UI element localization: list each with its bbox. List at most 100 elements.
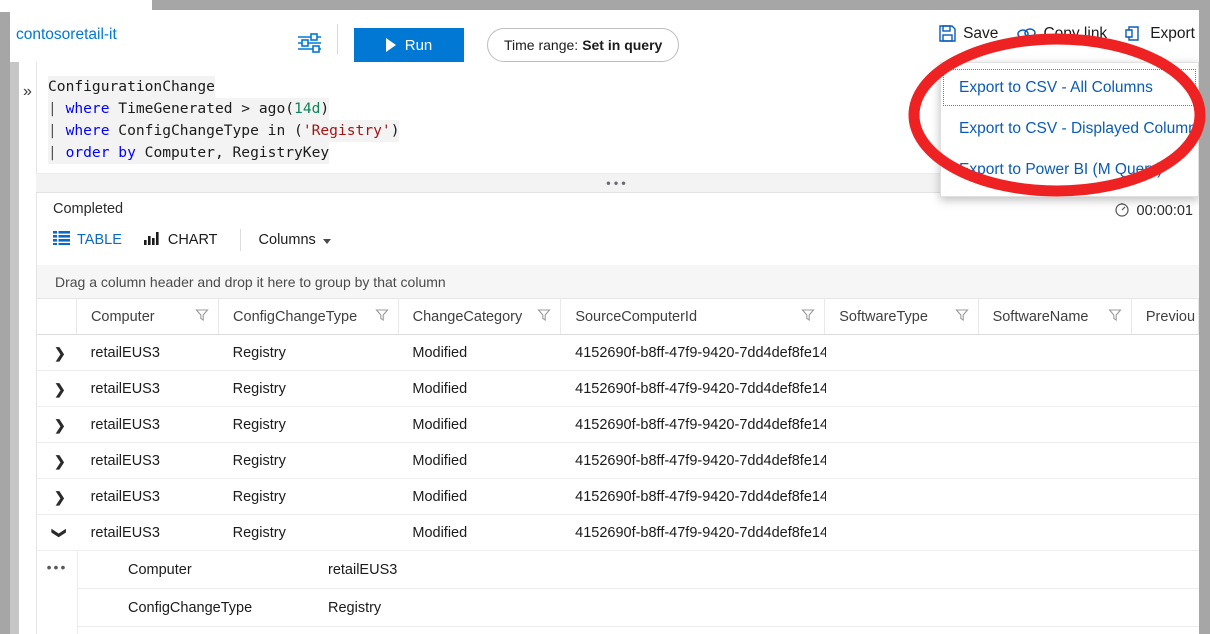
query-line-2: | where TimeGenerated > ago(14d): [48, 98, 329, 120]
export-dropdown-menu: Export to CSV - All Columns Export to CS…: [940, 62, 1199, 197]
query-duration: 00:00:01: [1114, 201, 1193, 221]
table-row[interactable]: ❯ retailEUS3 Registry Modified 4152690f-…: [37, 479, 1199, 515]
grid-header-configchangetype[interactable]: ConfigChangeType: [219, 299, 399, 334]
tab-chart[interactable]: CHART: [144, 231, 240, 249]
tab-chart-label: CHART: [168, 232, 218, 248]
chevron-right-icon: ❯: [54, 382, 66, 396]
chevron-right-icon: ❯: [54, 346, 66, 360]
detail-value: retailEUS3: [328, 562, 1199, 578]
group-by-dropzone[interactable]: Drag a column header and drop it here to…: [37, 265, 1199, 299]
grid-header-computer[interactable]: Computer: [77, 299, 219, 334]
row-expander[interactable]: ❯: [37, 371, 77, 406]
export-menu-item-csv-displayed[interactable]: Export to CSV - Displayed Columns: [941, 108, 1198, 149]
cell-softwaretype: [826, 515, 979, 550]
query-line-1: ConfigurationChange: [48, 76, 215, 98]
save-label: Save: [963, 25, 998, 43]
row-expander[interactable]: ❯: [37, 335, 77, 370]
filter-icon[interactable]: [955, 308, 969, 326]
filter-icon[interactable]: [195, 308, 209, 326]
save-button[interactable]: Save: [938, 24, 998, 43]
cell-softwarename: [979, 479, 1132, 514]
cell-softwarename: [979, 335, 1132, 370]
tabs-divider: [240, 229, 241, 251]
link-icon: [1016, 24, 1037, 43]
export-menu-item-label: Export to Power BI (M Query): [959, 161, 1162, 179]
export-button[interactable]: Export: [1125, 24, 1195, 43]
grid-header-changecategory[interactable]: ChangeCategory: [399, 299, 562, 334]
left-rail: »: [10, 62, 36, 634]
row-expander[interactable]: ❯: [37, 407, 77, 442]
cell-changecategory: Modified: [398, 515, 561, 550]
cell-previous: [1132, 407, 1199, 442]
cell-previous: [1132, 371, 1199, 406]
grid-header-label: ConfigChangeType: [233, 309, 357, 325]
table-row-expanded[interactable]: ❯ retailEUS3 Registry Modified 4152690f-…: [37, 515, 1199, 551]
toolbar-divider: [337, 24, 338, 54]
grid-header-expander-spacer: [37, 299, 77, 334]
command-bar-right-group: Save Copy link: [938, 24, 1199, 43]
export-menu-item-csv-all[interactable]: Export to CSV - All Columns: [941, 67, 1198, 108]
cell-configchangetype: Registry: [219, 479, 399, 514]
filter-icon[interactable]: [375, 308, 389, 326]
chevron-down-icon: ❯: [53, 527, 67, 539]
row-expander[interactable]: ❯: [37, 515, 77, 550]
filter-icon[interactable]: [801, 308, 815, 326]
row-expander[interactable]: ❯: [37, 479, 77, 514]
detail-row: ChangeCategory Modified: [78, 627, 1199, 634]
cell-softwaretype: [826, 335, 979, 370]
left-scrollbar[interactable]: [10, 62, 19, 634]
grid-header-previous[interactable]: Previou: [1132, 299, 1199, 334]
filter-icon[interactable]: [1108, 308, 1122, 326]
tab-table[interactable]: TABLE: [53, 231, 144, 249]
stopwatch-icon: [1114, 201, 1130, 221]
table-row[interactable]: ❯ retailEUS3 Registry Modified 4152690f-…: [37, 371, 1199, 407]
cell-changecategory: Modified: [398, 407, 561, 442]
detail-value: Registry: [328, 600, 1199, 616]
ellipsis-icon[interactable]: •••: [37, 551, 78, 634]
copy-link-button[interactable]: Copy link: [1016, 24, 1107, 43]
chevron-down-icon: [323, 239, 331, 244]
run-button[interactable]: Run: [354, 28, 464, 62]
export-menu-item-power-bi[interactable]: Export to Power BI (M Query): [941, 149, 1198, 190]
time-range-picker[interactable]: Time range: Set in query: [487, 28, 679, 62]
query-status: Completed: [53, 201, 123, 217]
workspace-name-link[interactable]: contosoretail-it: [16, 26, 117, 44]
filter-icon[interactable]: [537, 308, 551, 326]
time-range-value: Set in query: [582, 37, 662, 53]
detail-row: ConfigChangeType Registry: [78, 589, 1199, 627]
chevron-right-icon: ❯: [54, 454, 66, 468]
table-row[interactable]: ❯ retailEUS3 Registry Modified 4152690f-…: [37, 407, 1199, 443]
chevron-right-icon: ❯: [54, 418, 66, 432]
grid-header-label: SourceComputerId: [575, 309, 697, 325]
log-analytics-window: contosoretail-it Run: [10, 10, 1199, 634]
query-settings-icon[interactable]: [295, 30, 325, 56]
results-grid: Drag a column header and drop it here to…: [36, 265, 1199, 634]
grid-header-softwarename[interactable]: SoftwareName: [979, 299, 1132, 334]
cell-configchangetype: Registry: [219, 407, 399, 442]
detail-row: Computer retailEUS3: [78, 551, 1199, 589]
table-row[interactable]: ❯ retailEUS3 Registry Modified 4152690f-…: [37, 335, 1199, 371]
cell-computer: retailEUS3: [77, 515, 219, 550]
duration-value: 00:00:01: [1137, 203, 1193, 219]
grid-header-softwaretype[interactable]: SoftwareType: [825, 299, 978, 334]
columns-label: Columns: [259, 232, 316, 248]
double-chevron-right-icon[interactable]: »: [19, 84, 36, 100]
cell-computer: retailEUS3: [77, 407, 219, 442]
time-range-prefix: Time range:: [504, 37, 578, 53]
row-expander[interactable]: ❯: [37, 443, 77, 478]
cell-softwaretype: [826, 443, 979, 478]
cell-sourcecomputerid: 4152690f-b8ff-47f9-9420-7dd4def8fe14: [561, 479, 825, 514]
cell-softwaretype: [826, 479, 979, 514]
detail-key: Computer: [78, 562, 328, 578]
grid-header-row: Computer ConfigChangeType ChangeCategory: [37, 299, 1199, 335]
cell-previous: [1132, 515, 1199, 550]
table-row[interactable]: ❯ retailEUS3 Registry Modified 4152690f-…: [37, 443, 1199, 479]
cell-computer: retailEUS3: [77, 479, 219, 514]
columns-dropdown-button[interactable]: Columns: [259, 232, 331, 248]
cell-sourcecomputerid: 4152690f-b8ff-47f9-9420-7dd4def8fe14: [561, 407, 825, 442]
grid-header-sourcecomputerid[interactable]: SourceComputerId: [561, 299, 825, 334]
export-menu-item-label: Export to CSV - Displayed Columns: [959, 120, 1199, 138]
splitter-grip-icon: •••: [606, 177, 629, 190]
group-by-hint: Drag a column header and drop it here to…: [55, 274, 446, 290]
row-detail-panel: ••• Computer retailEUS3 ConfigChangeType…: [37, 551, 1199, 634]
